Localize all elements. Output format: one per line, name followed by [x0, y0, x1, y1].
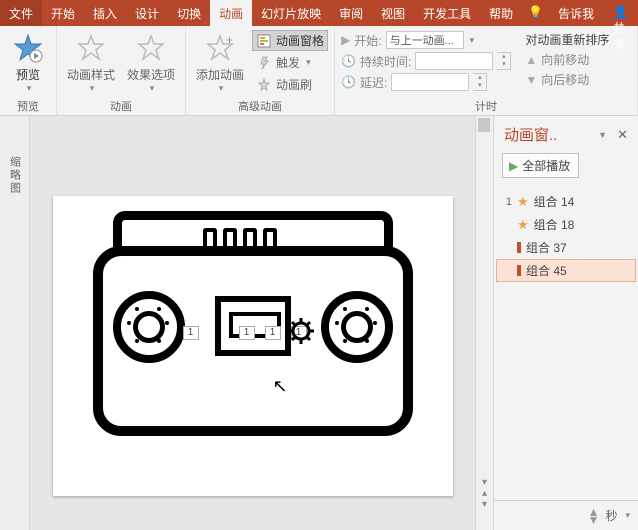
speaker-left-shape — [113, 291, 185, 363]
pane-title: 动画窗.. — [504, 124, 557, 145]
thumbnail-strip[interactable]: 缩略图 — [0, 116, 30, 530]
tab-file[interactable]: 文件 — [0, 0, 42, 26]
anim-list-item[interactable]: 组合 45 — [496, 259, 636, 282]
preview-star-icon — [12, 32, 44, 64]
seconds-label: 秒 — [605, 507, 617, 524]
group-label-preview: 预览 — [6, 96, 50, 114]
anim-label: 组合 18 — [534, 216, 575, 233]
lightbulb-icon: 💡 — [522, 0, 549, 26]
star-icon — [75, 32, 107, 64]
move-later-button[interactable]: ▼向后移动 — [525, 70, 609, 89]
effect-icon — [135, 32, 167, 64]
animation-painter-button[interactable]: 动画刷 — [252, 74, 328, 95]
group-preview: 预览 ▾ 预览 — [0, 26, 57, 115]
workspace: 缩略图 1 1 1 1 ↖ ▾▴▾ 动画窗.. ▼ — [0, 116, 638, 530]
cursor-icon: ↖ — [273, 376, 288, 397]
tab-review[interactable]: 审阅 — [330, 0, 372, 26]
animation-pane: 动画窗.. ▼ ✕ ▶ 全部播放 1 ★ 组合 14 ★ 组合 18 组合 37 组合 45… — [493, 116, 638, 530]
duration-spinner[interactable]: ▴▾ — [497, 52, 511, 70]
anim-label: 组合 45 — [526, 262, 567, 279]
tab-design[interactable]: 设计 — [126, 0, 168, 26]
slide: 1 1 1 1 ↖ — [53, 196, 453, 496]
tab-transition[interactable]: 切换 — [168, 0, 210, 26]
scrollbar-down-icon[interactable]: ▾▴▾ — [476, 477, 493, 510]
seconds-menu-icon[interactable]: ▾ — [625, 510, 630, 521]
preview-button[interactable]: 预览 ▾ — [6, 28, 50, 94]
group-label-anim: 动画 — [63, 96, 179, 114]
duration-input[interactable] — [415, 52, 493, 70]
tell-me[interactable]: 告诉我 — [549, 0, 603, 26]
group-label-advanced: 高级动画 — [192, 96, 328, 114]
delay-icon: 🕓 — [341, 75, 356, 89]
gear-shape — [288, 318, 314, 344]
share-button[interactable]: 👤共享 — [603, 0, 638, 26]
slide-canvas[interactable]: 1 1 1 1 ↖ — [30, 116, 475, 530]
group-animation: 动画样式▾ 效果选项▾ 动画 — [57, 26, 186, 115]
motion-path-icon — [517, 242, 521, 253]
reorder-arrows[interactable]: ▲▼ — [588, 508, 600, 524]
pane-icon — [256, 33, 272, 49]
ribbon-tab-bar: 文件 开始 插入 设计 切换 动画 幻灯片放映 审阅 视图 开发工具 帮助 💡 … — [0, 0, 638, 26]
group-label-timing: 计时 — [341, 96, 631, 114]
reorder-label: 对动画重新排序 — [525, 30, 609, 49]
tab-insert[interactable]: 插入 — [84, 0, 126, 26]
group-advanced: + 添加动画▾ 动画窗格 触发▾ 动画刷 高级动画 — [186, 26, 335, 115]
pane-close-button[interactable]: ✕ — [613, 127, 632, 143]
pane-footer: ▲▼ 秒 ▾ — [494, 500, 638, 530]
play-icon: ▶ — [509, 159, 518, 173]
motion-path-icon — [517, 265, 521, 276]
delay-label: 延迟: — [360, 74, 387, 91]
add-star-icon: + — [204, 32, 236, 64]
anim-index: 1 — [502, 196, 512, 208]
animation-styles-button[interactable]: 动画样式▾ — [63, 28, 119, 94]
delay-input[interactable] — [391, 73, 469, 91]
anim-list-item[interactable]: 组合 37 — [496, 236, 636, 259]
speaker-right-shape — [321, 291, 393, 363]
tab-dev[interactable]: 开发工具 — [414, 0, 480, 26]
svg-text:+: + — [226, 34, 233, 47]
clock-icon: 🕓 — [341, 54, 356, 68]
animation-list: 1 ★ 组合 14 ★ 组合 18 组合 37 组合 45 — [494, 186, 638, 347]
duration-label: 持续时间: — [360, 53, 411, 70]
star-icon: ★ — [517, 194, 529, 210]
trigger-button[interactable]: 触发▾ — [252, 52, 328, 73]
pane-menu-icon[interactable]: ▼ — [598, 130, 607, 140]
start-select[interactable]: 与上一动画... — [386, 31, 464, 49]
thumbnail-label: 缩略图 — [7, 156, 23, 530]
anim-tag-2[interactable]: 1 — [239, 326, 255, 340]
effect-options-button[interactable]: 效果选项▾ — [123, 28, 179, 94]
anim-label: 组合 37 — [526, 239, 567, 256]
painter-icon — [256, 77, 272, 93]
animation-pane-button[interactable]: 动画窗格 — [252, 30, 328, 51]
tab-home[interactable]: 开始 — [42, 0, 84, 26]
vertical-scrollbar[interactable]: ▾▴▾ — [475, 116, 493, 530]
trigger-icon — [256, 55, 272, 71]
tab-help[interactable]: 帮助 — [480, 0, 522, 26]
tab-animation[interactable]: 动画 — [210, 0, 252, 26]
move-earlier-button[interactable]: ▲向前移动 — [525, 50, 609, 69]
anim-list-item[interactable]: ★ 组合 18 — [496, 213, 636, 236]
add-animation-button[interactable]: + 添加动画▾ — [192, 28, 248, 94]
chevron-down-icon: ▾ — [27, 83, 32, 94]
play-all-button[interactable]: ▶ 全部播放 — [502, 153, 579, 178]
scrollbar-thumb[interactable] — [478, 118, 490, 132]
tab-view[interactable]: 视图 — [372, 0, 414, 26]
anim-list-item[interactable]: 1 ★ 组合 14 — [496, 190, 636, 213]
tab-slideshow[interactable]: 幻灯片放映 — [252, 0, 330, 26]
star-icon: ★ — [517, 217, 529, 233]
ribbon: 预览 ▾ 预览 动画样式▾ 效果选项▾ 动画 + 添加动画▾ — [0, 26, 638, 116]
anim-tag-3[interactable]: 1 — [265, 326, 281, 340]
anim-tag-1[interactable]: 1 — [183, 326, 199, 340]
delay-spinner[interactable]: ▴▾ — [473, 73, 487, 91]
play-icon: ▶ — [341, 33, 350, 47]
anim-label: 组合 14 — [534, 193, 575, 210]
start-label: 开始: — [354, 32, 381, 49]
group-timing: ▶开始:与上一动画...▾ 🕓持续时间:▴▾ 🕓延迟:▴▾ 对动画重新排序 ▲向… — [335, 26, 638, 115]
